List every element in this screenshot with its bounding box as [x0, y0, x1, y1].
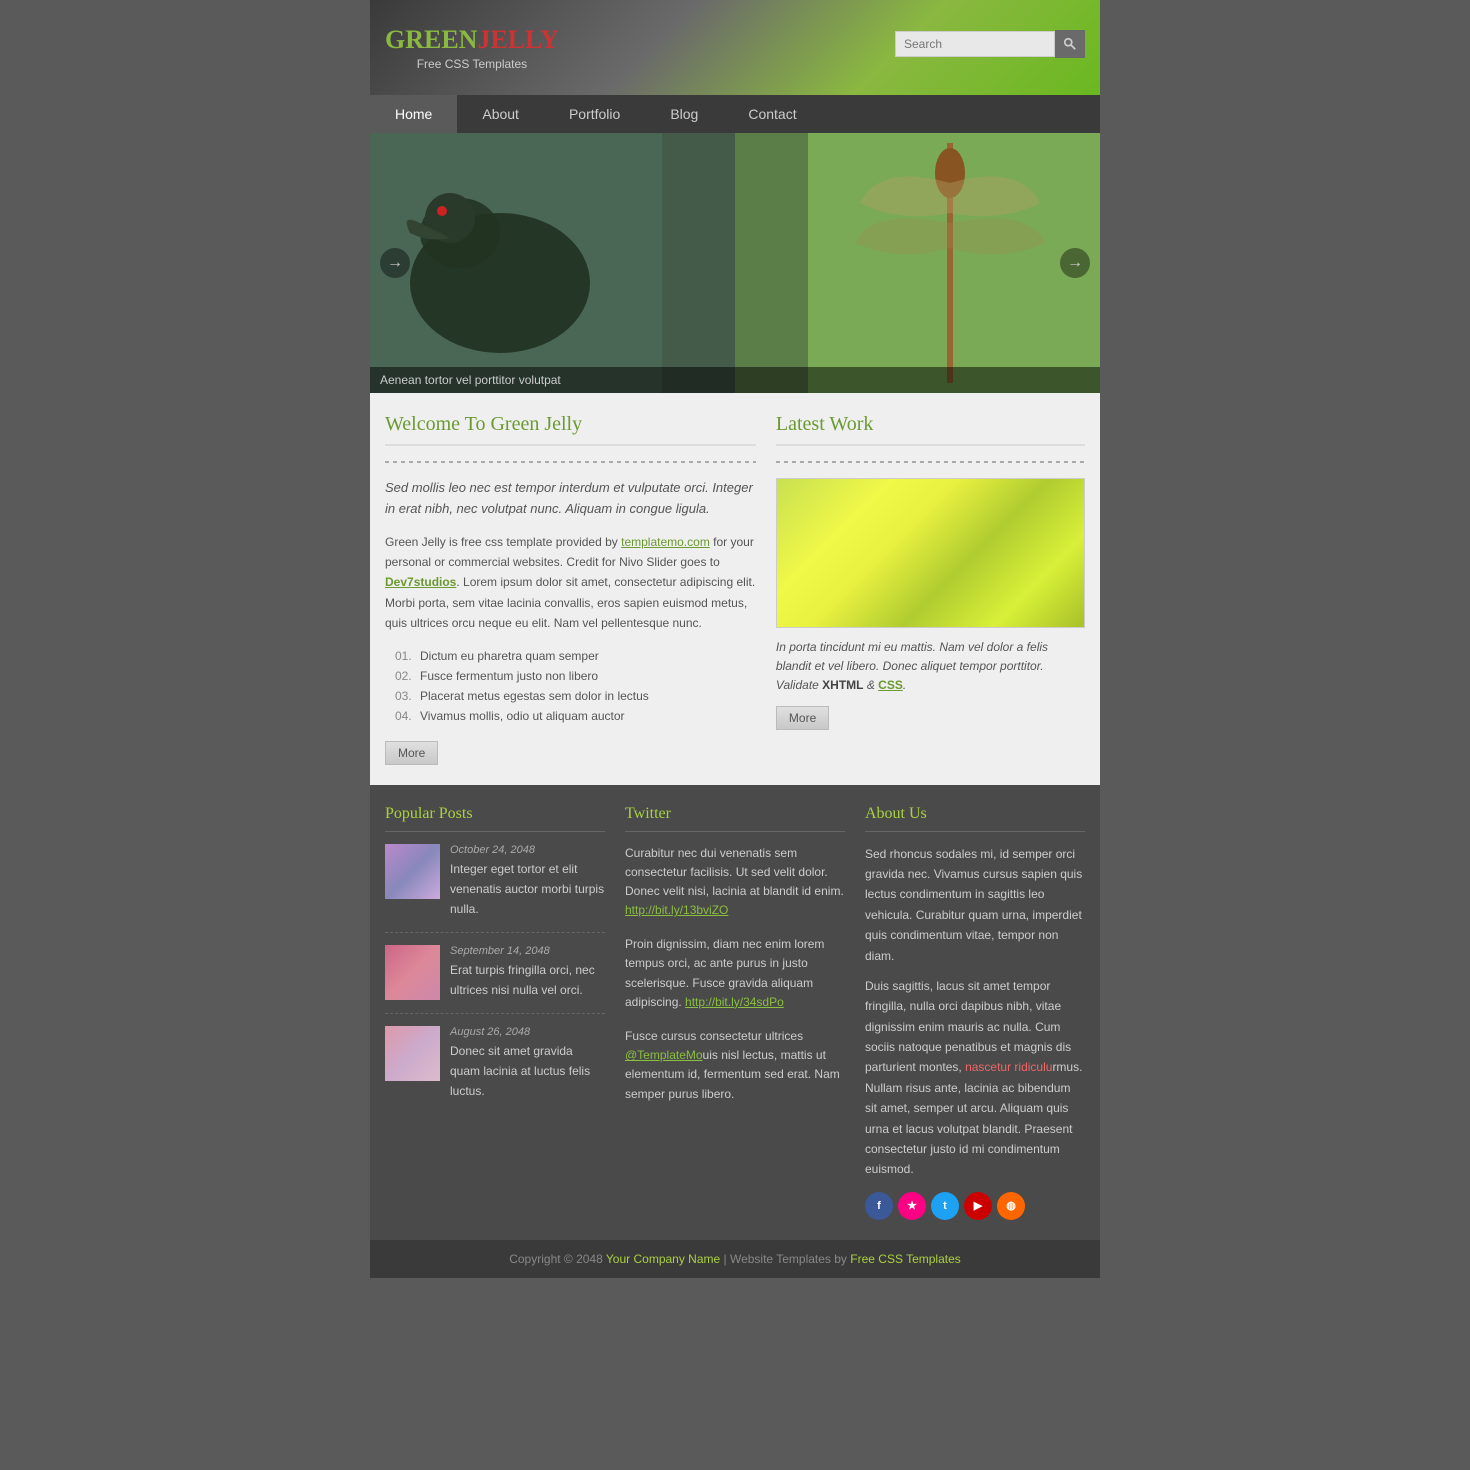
- facebook-icon[interactable]: f: [865, 1192, 893, 1220]
- latest-work-image: [776, 478, 1085, 628]
- post-thumbnail: [385, 844, 440, 899]
- list-item: 01. Dictum eu pharetra quam semper: [395, 646, 756, 666]
- twitter-title: Twitter: [625, 805, 845, 832]
- tweet-3: Fusce cursus consectetur ultrices @Templ…: [625, 1027, 845, 1104]
- templatemo-link[interactable]: templatemo.com: [621, 535, 710, 549]
- nav-home[interactable]: Home: [370, 95, 457, 133]
- post-info: August 26, 2048 Donec sit amet gravida q…: [450, 1026, 605, 1102]
- search-area: [895, 30, 1085, 58]
- logo-jelly: JELLY: [477, 25, 558, 54]
- nav-portfolio[interactable]: Portfolio: [544, 95, 645, 133]
- flickr-icon[interactable]: ★: [898, 1192, 926, 1220]
- search-input[interactable]: [895, 31, 1055, 57]
- title-divider: [385, 461, 756, 463]
- slider-overlap: [662, 133, 808, 393]
- search-icon: [1063, 37, 1077, 51]
- about-us-title: About Us: [865, 805, 1085, 832]
- welcome-title: Welcome To Green Jelly: [385, 413, 756, 446]
- about-us-para1: Sed rhoncus sodales mi, id semper orci g…: [865, 844, 1085, 966]
- search-button[interactable]: [1055, 30, 1085, 58]
- slider-caption: Aenean tortor vel porttitor volutpat: [370, 367, 1100, 393]
- about-us-link[interactable]: nascetur ridiculu: [965, 1060, 1052, 1074]
- slider: → → Aenean tortor vel porttitor volutpat: [370, 133, 1100, 393]
- post-date: August 26, 2048: [450, 1026, 605, 1038]
- tweet-link-2[interactable]: http://bit.ly/34sdPo: [685, 995, 784, 1009]
- nav-blog[interactable]: Blog: [645, 95, 723, 133]
- post-thumbnail: [385, 945, 440, 1000]
- about-us-section: About Us Sed rhoncus sodales mi, id semp…: [865, 805, 1085, 1220]
- logo: GREENJELLY Free CSS Templates: [385, 25, 559, 71]
- welcome-intro: Sed mollis leo nec est tempor interdum e…: [385, 478, 756, 520]
- post-info: September 14, 2048 Erat turpis fringilla…: [450, 945, 605, 1001]
- welcome-list: 01. Dictum eu pharetra quam semper 02. F…: [385, 646, 756, 726]
- welcome-body: Green Jelly is free css template provide…: [385, 532, 756, 634]
- post-text: Erat turpis fringilla orci, nec ultrices…: [450, 960, 605, 1001]
- post-item: October 24, 2048 Integer eget tortor et …: [385, 844, 605, 933]
- footer-columns: Popular Posts October 24, 2048 Integer e…: [370, 785, 1100, 1240]
- list-item: 03. Placerat metus egestas sem dolor in …: [395, 686, 756, 706]
- company-link[interactable]: Your Company Name: [606, 1252, 720, 1266]
- post-text: Integer eget tortor et elit venenatis au…: [450, 859, 605, 920]
- bottom-footer: Copyright © 2048 Your Company Name | Web…: [370, 1240, 1100, 1278]
- latest-work-desc: In porta tincidunt mi eu mattis. Nam vel…: [776, 638, 1085, 696]
- free-css-templates-link[interactable]: Free CSS Templates: [850, 1252, 961, 1266]
- twitter-section: Twitter Curabitur nec dui venenatis sem …: [625, 805, 845, 1220]
- css-link[interactable]: CSS: [878, 678, 903, 692]
- post-info: October 24, 2048 Integer eget tortor et …: [450, 844, 605, 920]
- logo-green: GREEN: [385, 25, 477, 54]
- latest-title-divider: [776, 461, 1085, 463]
- twitter-icon[interactable]: t: [931, 1192, 959, 1220]
- slider-bird: [400, 153, 640, 373]
- navigation: Home About Portfolio Blog Contact: [370, 95, 1100, 133]
- tweet-handle[interactable]: @TemplateMo: [625, 1048, 703, 1062]
- slider-next-button[interactable]: →: [1060, 248, 1090, 278]
- list-item: 02. Fusce fermentum justo non libero: [395, 666, 756, 686]
- post-thumbnail: [385, 1026, 440, 1081]
- popular-posts-section: Popular Posts October 24, 2048 Integer e…: [385, 805, 605, 1220]
- post-item: August 26, 2048 Donec sit amet gravida q…: [385, 1026, 605, 1114]
- youtube-icon[interactable]: ▶: [964, 1192, 992, 1220]
- latest-work-more-button[interactable]: More: [776, 706, 829, 730]
- header: GREENJELLY Free CSS Templates: [370, 0, 1100, 95]
- main-content: Welcome To Green Jelly Sed mollis leo ne…: [370, 393, 1100, 785]
- welcome-more-button[interactable]: More: [385, 741, 438, 765]
- about-us-para2: Duis sagittis, lacus sit amet tempor fri…: [865, 976, 1085, 1180]
- social-icons: f ★ t ▶ ◍: [865, 1192, 1085, 1220]
- tweet-1: Curabitur nec dui venenatis sem consecte…: [625, 844, 845, 921]
- dev7studios-link[interactable]: Dev7studios: [385, 575, 456, 589]
- rss-icon[interactable]: ◍: [997, 1192, 1025, 1220]
- slider-prev-button[interactable]: →: [380, 248, 410, 278]
- logo-tagline: Free CSS Templates: [385, 57, 559, 71]
- tweet-2: Proin dignissim, diam nec enim lorem tem…: [625, 935, 845, 1012]
- post-text: Donec sit amet gravida quam lacinia at l…: [450, 1041, 605, 1102]
- post-item: September 14, 2048 Erat turpis fringilla…: [385, 945, 605, 1014]
- nav-about[interactable]: About: [457, 95, 544, 133]
- post-date: October 24, 2048: [450, 844, 605, 856]
- nav-contact[interactable]: Contact: [723, 95, 821, 133]
- slider-dragonfly: [850, 143, 1050, 383]
- tweet-link-1[interactable]: http://bit.ly/13bviZO: [625, 903, 728, 917]
- welcome-section: Welcome To Green Jelly Sed mollis leo ne…: [385, 413, 756, 765]
- popular-posts-title: Popular Posts: [385, 805, 605, 832]
- latest-work-title: Latest Work: [776, 413, 1085, 446]
- list-item: 04. Vivamus mollis, odio ut aliquam auct…: [395, 706, 756, 726]
- latest-work-section: Latest Work In porta tincidunt mi eu mat…: [776, 413, 1085, 765]
- post-date: September 14, 2048: [450, 945, 605, 957]
